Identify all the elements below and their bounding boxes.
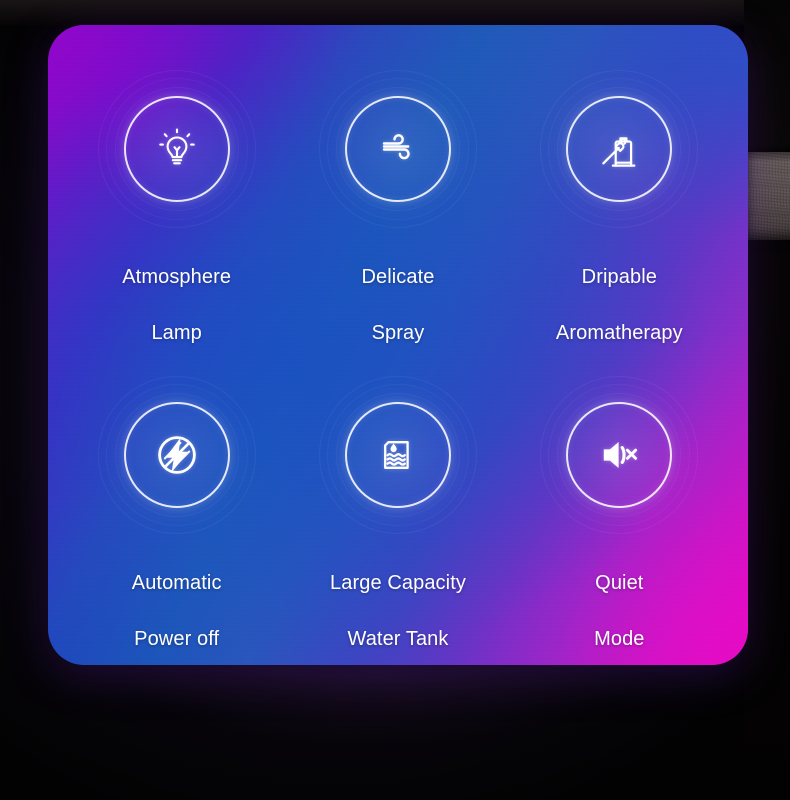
- lightbulb-icon: [158, 128, 195, 165]
- dropper-bottle-icon: [602, 137, 636, 167]
- power-off-bolt-icon: [157, 436, 196, 474]
- feature-item-automatic-power-off[interactable]: Automatic Power off: [66, 375, 287, 665]
- feature-label-delicate-spray: Delicate Spray: [361, 235, 434, 375]
- icon-ring-quiet-mode: [566, 402, 673, 508]
- icon-ring-large-capacity-water-tank: [344, 402, 451, 508]
- icon-ring-dripable-aromatherapy: [566, 96, 673, 202]
- label-line-2: Mode: [594, 628, 645, 650]
- speaker-mute-icon: [604, 442, 638, 468]
- icon-wrap-atmosphere-lamp: [97, 69, 257, 229]
- label-line-1: Automatic: [131, 572, 222, 594]
- label-line-1: Quiet: [595, 572, 644, 594]
- label-line-1: Delicate: [361, 266, 435, 288]
- feature-item-quiet-mode[interactable]: Quiet Mode: [509, 375, 730, 665]
- feature-grid: Atmosphere Lamp Delicate Spray Dripable …: [48, 25, 748, 665]
- icon-ring-delicate-spray: [344, 96, 451, 202]
- icon-wrap-quiet-mode: [539, 375, 699, 535]
- feature-item-atmosphere-lamp[interactable]: Atmosphere Lamp: [66, 69, 287, 375]
- label-line-2: Spray: [371, 322, 425, 344]
- feature-label-dripable-aromatherapy: Dripable Aromatherapy: [556, 235, 683, 375]
- label-line-1: Large Capacity: [330, 572, 466, 594]
- feature-label-atmosphere-lamp: Atmosphere Lamp: [122, 235, 231, 375]
- wind-spray-icon: [382, 134, 410, 160]
- backdrop-fabric-fade-top: [748, 140, 790, 162]
- icon-wrap-automatic-power-off: [97, 375, 257, 535]
- backdrop-fabric-fade-bottom: [748, 228, 790, 248]
- backdrop-fabric-texture: [748, 152, 790, 240]
- feature-label-quiet-mode: Quiet Mode: [594, 541, 644, 665]
- feature-item-delicate-spray[interactable]: Delicate Spray: [287, 69, 508, 375]
- feature-item-dripable-aromatherapy[interactable]: Dripable Aromatherapy: [509, 69, 730, 375]
- label-line-2: Power off: [134, 628, 220, 650]
- icon-ring-automatic-power-off: [123, 402, 230, 508]
- feature-label-large-capacity-water-tank: Large Capacity Water Tank: [330, 541, 466, 665]
- feature-item-large-capacity-water-tank[interactable]: Large Capacity Water Tank: [287, 375, 508, 665]
- label-line-1: Dripable: [581, 266, 657, 288]
- icon-wrap-dripable-aromatherapy: [539, 69, 699, 229]
- icon-wrap-large-capacity-water-tank: [318, 375, 478, 535]
- label-line-1: Atmosphere: [122, 266, 232, 288]
- label-line-2: Water Tank: [347, 628, 449, 650]
- water-tank-icon: [384, 441, 409, 469]
- backdrop-bottom-glow: [0, 665, 790, 800]
- icon-ring-atmosphere-lamp: [123, 96, 230, 202]
- feature-card: Atmosphere Lamp Delicate Spray Dripable …: [48, 25, 748, 665]
- label-line-2: Lamp: [151, 322, 202, 344]
- label-line-2: Aromatherapy: [555, 322, 683, 344]
- feature-label-automatic-power-off: Automatic Power off: [132, 541, 222, 665]
- icon-wrap-delicate-spray: [318, 69, 478, 229]
- backdrop-top-band: [0, 0, 790, 26]
